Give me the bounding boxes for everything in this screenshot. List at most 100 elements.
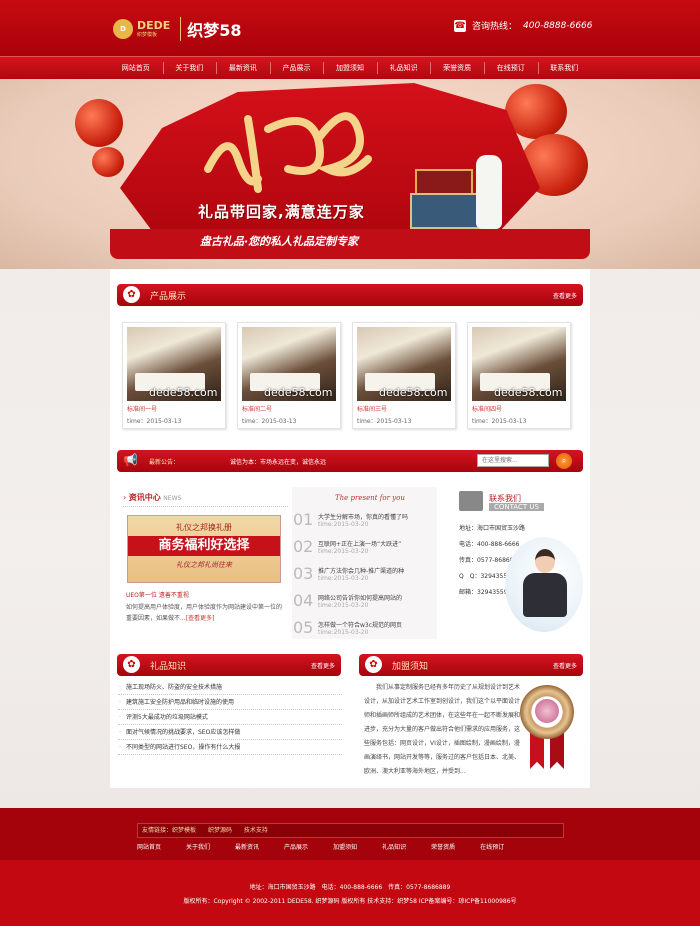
logo-name: DEDE [137,18,171,32]
knowledge-section-icon: ✿ [123,656,140,673]
announcement-text[interactable]: 诚信为本：市场永远在变，诚信永远 [230,457,326,466]
main-nav: 网站首页 关于我们 最新资讯 产品展示 加盟须知 礼品知识 荣誉资质 在线预订 … [0,56,700,79]
watermark: dede58.com [264,386,333,399]
list-item[interactable]: 施工现场防火、防盗的安全技术措施 [118,680,342,695]
nav-item-honors[interactable]: 荣誉资质 [430,57,484,79]
medal-icon [518,685,578,771]
news-section: › 资讯中心 NEWS 礼仪之邦换礼册 商务福利好选择 礼仪之邦礼尚往来 UEO… [123,492,288,622]
search-input[interactable] [477,454,549,467]
hotline: ☎ 咨询热线： 400-8888-6666 [454,19,593,32]
knowledge-title: 礼品知识 [150,662,187,672]
contact-title-en: CONTACT US [489,503,544,511]
product-card[interactable]: dede58.com 标准间三号 time：2015-03-13 [352,322,456,429]
footer-nav-item[interactable]: 荣誉资质 [431,842,455,851]
product-card[interactable]: dede58.com 标准间一号 time：2015-03-13 [122,322,226,429]
hotline-number: 400-8888-6666 [523,20,593,31]
products-title: 产品展示 [150,292,187,302]
envelope-icon [459,491,483,511]
calligraphy-li-icon [204,112,372,193]
site-header: D DEDE 织梦模板 织梦58 ☎ 咨询热线： 400-8888-6666 [0,0,700,56]
product-name[interactable]: 标准间一号 [127,404,157,413]
join-section-icon: ✿ [365,656,382,673]
list-item[interactable]: 03 推广方法你会几种-推广渠道的种 time:2015-03-20 [292,563,437,590]
banner-subline: 盘古礼品·您的私人礼品定制专家 [200,235,359,248]
product-photo[interactable]: dede58.com [242,327,336,401]
search-button[interactable]: ⌕ [556,453,572,469]
vase-icon [476,155,502,229]
list-item[interactable]: 评测5大最成功的垃圾网站模式 [118,710,342,725]
site-logo[interactable]: D DEDE 织梦模板 织梦58 [113,17,242,41]
watermark: dede58.com [149,386,218,399]
present-list: The present for you 01 大学生分解市场，你真的看懂了吗 tim… [292,487,437,639]
products-title-bar: ✿ 产品展示 查看更多 [117,284,583,306]
news-headline[interactable]: UEO第一位 遗善不重视 [126,590,189,599]
list-item[interactable]: 建筑施工安全防护用品和临时设施的使用 [118,695,342,710]
list-item[interactable]: 04 网络公司告诉你如何提高网站的 time:2015-03-20 [292,590,437,617]
logo-badge: D [113,19,133,39]
knowledge-list: 施工现场防火、防盗的安全技术措施 建筑施工安全防护用品和临时设施的使用 评测5大… [118,680,342,755]
footer-bottom: 地址：海口市国贸玉沙路 电话：400-888-6666 传真：0577-8686… [0,860,700,926]
hotline-label: 咨询热线： [472,22,518,32]
product-photo[interactable]: dede58.com [127,327,221,401]
watermark: dede58.com [379,386,448,399]
knowledge-title-bar: ✿ 礼品知识 查看更多 [117,654,341,676]
footer-nav-item[interactable]: 关于我们 [186,842,210,851]
footer-nav-item[interactable]: 礼品知识 [382,842,406,851]
gift-box-icon [415,169,473,195]
main-content: ✿ 产品展示 查看更多 dede58.com 标准间一号 time：2015-0… [110,269,590,788]
product-card[interactable]: dede58.com 标准间二号 time：2015-03-13 [237,322,341,429]
present-heading: The present for you [335,494,405,502]
list-item[interactable]: 02 互联网+正在上演一场“大跃进” time:2015-03-20 [292,536,437,563]
nav-item-contact[interactable]: 联系我们 [537,57,592,79]
logo-subtitle: 织梦模板 [137,31,158,38]
list-item[interactable]: 不同类型的网站进行SEO，操作有什么大报 [118,740,342,755]
product-name[interactable]: 标准间四号 [472,404,502,413]
friend-link[interactable]: 友情链接：织梦模板 [142,827,196,834]
friend-link[interactable]: 织梦源码 [208,827,232,834]
nav-item-booking[interactable]: 在线预订 [483,57,538,79]
news-feature-image[interactable]: 礼仪之邦换礼册 商务福利好选择 礼仪之邦礼尚往来 [127,515,281,583]
news-more-link[interactable]: [查看更多] [186,615,215,622]
contact-address: 地址：海口市国贸玉沙路 [459,525,526,532]
product-name[interactable]: 标准间二号 [242,404,272,413]
friend-links: 友情链接：织梦模板 织梦源码 技术支持 [137,823,564,838]
products-more-link[interactable]: 查看更多 [553,291,577,300]
product-card[interactable]: dede58.com 标准间四号 time：2015-03-13 [467,322,571,429]
knowledge-more-link[interactable]: 查看更多 [311,661,335,670]
product-name[interactable]: 标准间三号 [357,404,387,413]
hero-banner: 礼品带回家,满意连万家 盘古礼品·您的私人礼品定制专家 [0,79,700,269]
news-title: › 资讯中心 NEWS [123,492,288,507]
join-title-bar: ✿ 加盟须知 查看更多 [359,654,583,676]
footer-nav-item[interactable]: 网站首页 [137,842,161,851]
logo-brand-text: 织梦58 [180,17,242,41]
list-item[interactable]: 05 怎样做一个符合w3c规范的网页 time:2015-03-20 [292,617,437,644]
nav-item-products[interactable]: 产品展示 [269,57,324,79]
megaphone-icon: 📢 [123,453,138,467]
join-more-link[interactable]: 查看更多 [553,661,577,670]
footer-top: 友情链接：织梦模板 织梦源码 技术支持 网站首页 关于我们 最新资讯 产品展示 … [0,808,700,860]
friend-link[interactable]: 技术支持 [244,827,268,834]
gift-box-blue-icon [410,193,482,229]
footer-copyright: 版权所有：Copyright © 2002-2011 DEDE58. 织梦源码 … [183,898,517,905]
nav-item-about[interactable]: 关于我们 [162,57,217,79]
nav-item-home[interactable]: 网站首页 [109,57,163,79]
announcement-bar: 📢 最新公告： 诚信为本：市场永远在变，诚信永远 ⌕ [117,450,583,472]
product-photo[interactable]: dede58.com [472,327,566,401]
banner-headline: 礼品带回家,满意连万家 [198,203,365,221]
product-date: time：2015-03-13 [472,418,527,425]
nav-item-knowledge[interactable]: 礼品知识 [376,57,431,79]
watermark: dede58.com [494,386,563,399]
list-item[interactable]: 01 大学生分解市场，你真的看懂了吗 time:2015-03-20 [292,509,437,536]
footer-nav-item[interactable]: 在线预订 [480,842,504,851]
product-photo[interactable]: dede58.com [357,327,451,401]
footer-nav-item[interactable]: 产品展示 [284,842,308,851]
footer-contact-line: 地址：海口市国贸玉沙路 电话：400-888-6666 传真：0577-8686… [249,884,451,891]
list-item[interactable]: 面对气候情况的挑战要求，SEO应该怎样做 [118,725,342,740]
footer-nav-item[interactable]: 加盟须知 [333,842,357,851]
join-text: 我们从事定制服务已经有多年历史了从规划设计到艺术设计，从加设计艺术工作室到创设计… [364,684,521,775]
footer-nav-item[interactable]: 最新资讯 [235,842,259,851]
product-date: time：2015-03-13 [242,418,297,425]
nav-item-join[interactable]: 加盟须知 [323,57,377,79]
nav-item-news[interactable]: 最新资讯 [216,57,270,79]
products-section-icon: ✿ [123,286,140,303]
